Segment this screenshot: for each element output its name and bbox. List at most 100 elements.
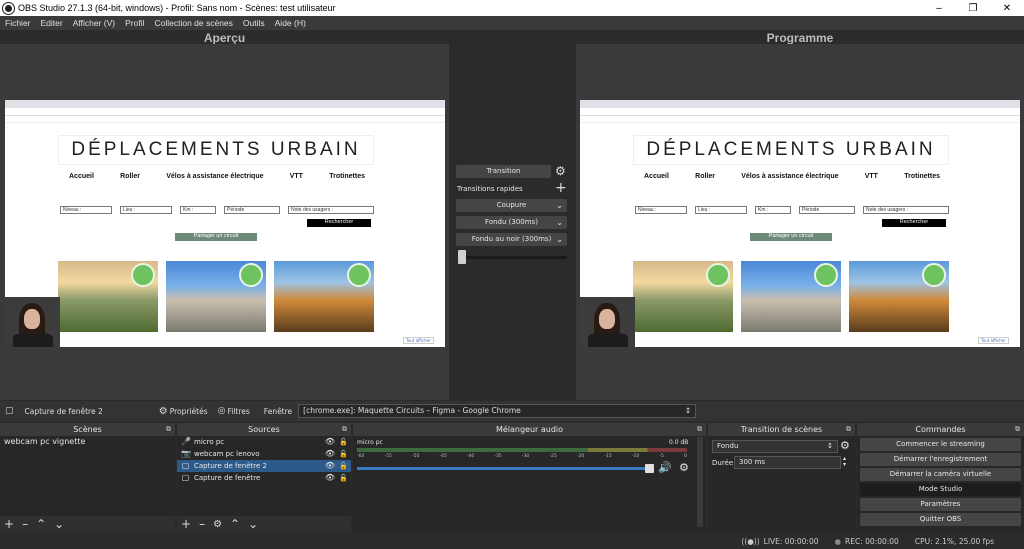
volume-meter	[357, 448, 687, 452]
menu-tools[interactable]: Outils	[238, 18, 270, 28]
obs-logo-icon	[2, 1, 15, 15]
start-virtual-camera-button[interactable]: Démarrer la caméra virtuelle	[860, 468, 1021, 481]
scene-transitions-dock: Transition de scènes ⧉ Fondu ↕ ⚙ Durée 30…	[708, 423, 855, 532]
eye-icon[interactable]: 👁	[325, 448, 335, 460]
window-icon: ▢	[181, 473, 190, 482]
browser-bookmarks	[580, 116, 1020, 123]
live-time: LIVE: 00:00:00	[763, 536, 819, 546]
chevron-updown-icon: ↕	[827, 442, 833, 450]
add-quick-transition-icon[interactable]: +	[555, 180, 567, 196]
source-item-selected[interactable]: ▢ Capture de fenêtre 2 👁 🔓	[177, 460, 351, 472]
menu-help[interactable]: Aide (H)	[270, 18, 311, 28]
eye-icon[interactable]: 👁	[325, 472, 335, 484]
filter-place: Lieu :	[695, 206, 747, 214]
popout-icon[interactable]: ⧉	[846, 423, 851, 436]
site-nav-home: Accueil	[69, 173, 94, 180]
program-title: Programme	[766, 31, 834, 45]
circuit-photo-autumn	[274, 261, 374, 332]
move-up-icon[interactable]: ⌃	[36, 517, 46, 531]
move-down-icon[interactable]: ⌄	[54, 517, 64, 531]
controls-dock: Commandes ⧉ Commencer le streaming Démarr…	[857, 423, 1024, 532]
site-nav-roller: Roller	[120, 173, 140, 180]
source-item[interactable]: 🎤 micro pc 👁 🔓	[177, 436, 351, 448]
site-filters: Niveau : Lieu : Km : Période Note des us…	[635, 206, 957, 214]
start-recording-button[interactable]: Démarrer l'enregistrement	[860, 453, 1021, 466]
site-search-button: Rechercher	[882, 219, 946, 227]
properties-button[interactable]: Propriétés	[170, 407, 208, 416]
site-nav: Accueil Roller Vélos à assistance électr…	[644, 173, 940, 180]
lock-icon[interactable]: 🔓	[339, 460, 348, 472]
menu-view[interactable]: Afficher (V)	[68, 18, 120, 28]
settings-button[interactable]: Paramètres	[860, 498, 1021, 511]
add-icon[interactable]: +	[4, 517, 14, 531]
transition-button[interactable]: Transition	[456, 165, 551, 178]
move-up-icon[interactable]: ⌃	[230, 517, 240, 531]
popout-icon[interactable]: ⧉	[342, 423, 347, 436]
menu-file[interactable]: Fichier	[0, 18, 36, 28]
window-titlebar: OBS Studio 27.1.3 (64-bit, windows) - Pr…	[0, 0, 1024, 16]
window-select[interactable]: [chrome.exe]: Maquette Circuits – Figma …	[298, 404, 697, 418]
remove-icon[interactable]: –	[199, 517, 205, 531]
duration-spinner[interactable]: ▴ ▾	[843, 456, 846, 468]
filter-period: Période	[224, 206, 280, 214]
gear-icon[interactable]: ⚙	[679, 461, 689, 474]
transition-slider-track[interactable]	[458, 256, 567, 259]
quick-transition-cut[interactable]: Coupure ⌄	[456, 199, 567, 212]
window-icon: ▢	[5, 406, 14, 416]
popout-icon[interactable]: ⧉	[1015, 423, 1020, 436]
rec-time: REC: 00:00:00	[845, 536, 899, 546]
menu-scene-collection[interactable]: Collection de scènes	[149, 18, 237, 28]
quick-transition-fade-black[interactable]: Fondu au noir (300ms) ⌄	[456, 233, 567, 246]
gear-icon[interactable]: ⚙	[840, 439, 850, 452]
scene-item[interactable]: webcam pc vignette	[0, 436, 175, 448]
lock-icon[interactable]: 🔓	[339, 472, 348, 484]
program-browser-capture: DÉPLACEMENTS URBAIN Accueil Roller Vélos…	[580, 100, 1020, 347]
site-show-all-link: Tout afficher	[403, 337, 434, 344]
add-icon[interactable]: +	[181, 517, 191, 531]
studio-mode-button[interactable]: Mode Studio	[860, 483, 1021, 496]
speaker-icon[interactable]: 🔊	[658, 461, 672, 474]
popout-icon[interactable]: ⧉	[166, 423, 171, 436]
menu-profile[interactable]: Profil	[120, 18, 149, 28]
remove-icon[interactable]: –	[22, 517, 28, 531]
scene-transitions-header: Transition de scènes ⧉	[708, 423, 855, 436]
minimize-icon[interactable]: –	[922, 3, 956, 14]
exit-button[interactable]: Quitter OBS	[860, 513, 1021, 526]
filters-button[interactable]: Filtres	[227, 407, 249, 416]
eye-icon[interactable]: 👁	[325, 460, 335, 472]
gear-icon[interactable]: ⚙	[159, 406, 168, 417]
mixer-db-value: 0.0 dB	[669, 439, 689, 446]
browser-bookmarks	[5, 116, 445, 123]
lock-icon[interactable]: 🔓	[339, 436, 348, 448]
source-item[interactable]: 📷 webcam pc lenovo 👁 🔓	[177, 448, 351, 460]
site-nav-scooters: Trotinettes	[329, 173, 365, 180]
transition-select[interactable]: Fondu ↕	[712, 440, 838, 453]
sources-footer: + – ⚙ ⌃ ⌄	[177, 516, 351, 532]
volume-slider-handle[interactable]	[645, 464, 654, 473]
start-streaming-button[interactable]: Commencer le streaming	[860, 438, 1021, 451]
popout-icon[interactable]: ⧉	[697, 423, 702, 436]
mixer-scrollbar[interactable]	[697, 437, 703, 527]
volume-slider-track[interactable]	[357, 467, 651, 470]
microphone-icon: 🎤	[181, 437, 191, 446]
window-controls: – ❐ ✕	[922, 3, 1024, 14]
quick-transition-fade[interactable]: Fondu (300ms) ⌄	[456, 216, 567, 229]
site-nav-roller: Roller	[695, 173, 715, 180]
duration-input[interactable]: 300 ms	[734, 456, 841, 469]
scenes-header: Scènes ⧉	[0, 423, 175, 436]
eye-icon[interactable]: 👁	[325, 436, 335, 448]
menu-edit[interactable]: Editer	[36, 18, 68, 28]
maximize-icon[interactable]: ❐	[956, 3, 990, 14]
filters-icon[interactable]: ◎	[218, 406, 226, 416]
gear-icon[interactable]: ⚙	[213, 519, 222, 530]
source-item[interactable]: ▢ Capture de fenêtre 👁 🔓	[177, 472, 351, 484]
transition-slider-handle[interactable]	[458, 250, 466, 264]
circuit-photo-castle	[166, 261, 266, 332]
gear-icon[interactable]: ⚙	[555, 164, 566, 178]
lock-icon[interactable]: 🔓	[339, 448, 348, 460]
duration-label: Durée	[712, 459, 734, 467]
site-share-button: Partager un circuit	[175, 233, 257, 241]
meter-scale: -60 -55 -50 -45 -40 -35 -30 -25 -20 -15 -10 -5 0	[357, 454, 687, 459]
close-icon[interactable]: ✕	[990, 3, 1024, 14]
move-down-icon[interactable]: ⌄	[248, 517, 258, 531]
